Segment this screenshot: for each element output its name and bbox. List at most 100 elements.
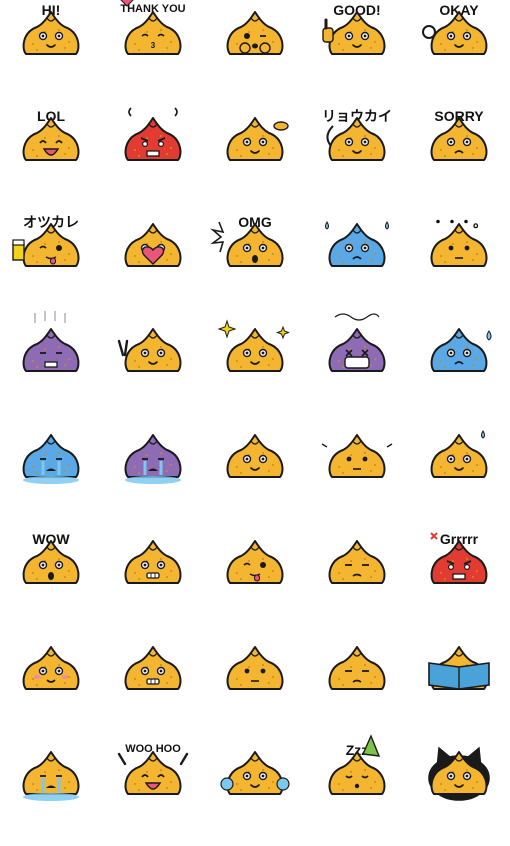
bun-speckle [466,557,468,560]
sticker[interactable] [102,317,204,423]
sticker[interactable] [204,317,306,423]
sticker[interactable]: GOOD! [306,0,408,106]
sticker[interactable] [204,423,306,529]
sticker[interactable] [102,212,204,318]
bun-speckle [342,49,344,51]
sticker-sheet: HI! THANK YOU 3 GOOD! OKAY LOL リョウカイ SORRY オツカレ O… [0,0,510,846]
bun-speckle [36,472,38,474]
burst-icon [210,221,225,252]
sticker[interactable] [204,0,306,106]
pupil-left [143,351,147,355]
mascot [328,313,386,373]
sticker[interactable] [408,635,510,741]
bun-speckle [364,134,366,137]
sticker[interactable]: HI! [0,0,102,106]
sticker[interactable]: リョウカイ [306,106,408,212]
eye-left [141,140,148,147]
bun-speckle [32,148,34,151]
bun-speckle [138,683,140,686]
bun-speckle [466,29,468,31]
sticker-art [328,645,386,690]
sticker[interactable] [306,212,408,318]
bun-speckle [32,43,34,45]
bun-speckle [364,240,366,243]
sticker-art [326,116,386,161]
sticker[interactable] [0,423,102,529]
sticker[interactable] [408,317,510,423]
bun-speckle [58,240,60,243]
eye-left [447,563,454,570]
sticker[interactable] [102,106,204,212]
sticker[interactable] [0,635,102,741]
mouth [252,254,258,263]
bun-speckle [166,787,168,790]
sticker[interactable]: SORRY [408,106,510,212]
bun-speckle [236,466,238,468]
pupil-right [159,563,163,567]
bun-speckle [44,771,46,774]
sticker[interactable] [204,106,306,212]
bun-speckle [44,242,46,245]
bun-speckle [236,677,238,680]
bun-speckle [364,346,366,349]
sticker[interactable] [0,311,102,423]
sticker[interactable] [408,423,510,529]
bun-speckle [472,258,474,261]
sticker[interactable]: WOW [0,529,102,635]
bun-speckle [236,783,238,786]
bun-speckle [342,789,344,792]
sticker[interactable]: THANK YOU 3 [102,0,204,106]
sticker[interactable] [102,423,204,529]
sticker[interactable]: Zzz [306,734,408,846]
bun-speckle [170,252,172,255]
sticker[interactable] [306,529,408,635]
heart-icon [120,0,134,7]
bun-speckle [268,364,270,367]
eye-right [260,668,266,673]
mascot: 3 [120,0,182,55]
bun-speckle [166,364,168,367]
bun-speckle [248,31,250,33]
pupil-left [41,563,45,567]
sticker[interactable]: Grrrrr [408,529,510,635]
sticker[interactable]: WOO HOO [102,740,204,846]
pupil-left [41,34,45,38]
bun-speckle [58,346,60,349]
bun-speckle [472,152,474,155]
sticker[interactable] [0,740,102,846]
sticker-art: 3 [120,0,182,55]
sticker[interactable] [306,423,408,529]
hand-left-icon [239,42,251,54]
sticker[interactable] [204,635,306,741]
sticker[interactable] [102,529,204,635]
sticker[interactable]: OKAY [408,0,510,106]
sticker[interactable]: ・・・。 [408,212,510,318]
mouth [146,150,160,157]
sticker[interactable]: OMG [204,212,306,318]
sticker[interactable] [204,529,306,635]
mascot [124,434,182,484]
sticker[interactable]: オツカレ [0,212,102,318]
sticker[interactable] [306,313,408,423]
sticker[interactable] [306,635,408,741]
sticker[interactable] [408,740,510,846]
bun-speckle [370,47,372,49]
bun-speckle [476,146,478,149]
bun-speckle [36,49,38,51]
sticker[interactable] [204,740,306,846]
sticker[interactable] [102,635,204,741]
pupil-right [465,774,469,778]
bun-body [430,116,488,161]
sticker-art [322,11,386,55]
bun-speckle [36,366,38,369]
bun-speckle [338,254,340,257]
mascot [422,11,488,55]
sticker[interactable]: LOL [0,106,102,212]
bun-speckle [248,665,250,668]
mascot [124,222,182,267]
mascot [428,645,490,690]
bun-speckle [240,260,242,263]
bun-speckle [374,358,376,361]
bun-speckle [440,466,442,468]
bun-speckle [64,575,66,578]
